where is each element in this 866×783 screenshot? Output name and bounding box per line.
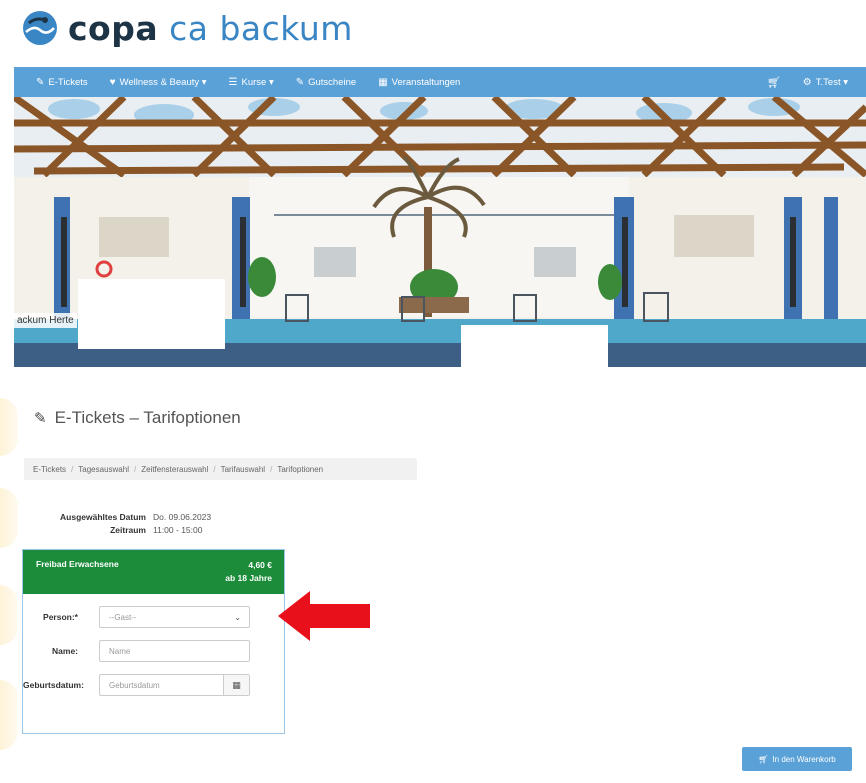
hero-caption: ackum Herte — [14, 313, 77, 328]
page-title-text: E-Tickets – Tarifoptionen — [54, 408, 241, 427]
gear-icon: ⚙ — [802, 76, 812, 88]
hero-image: ackum Herte — [14, 97, 866, 367]
cart-icon: 🛒︎ — [766, 76, 781, 89]
add-to-cart-label: In den Warenkorb — [772, 754, 836, 764]
nav-label: Kurse ▾ — [241, 76, 274, 88]
calendar-icon: ▦ — [378, 76, 388, 88]
tariff-name: Freibad Erwachsene — [36, 559, 119, 569]
ticket-icon: ✎ — [295, 76, 305, 88]
date-value: Do. 09.06.2023 — [153, 512, 212, 522]
birthdate-input[interactable]: Geburtsdatum ▦ — [99, 674, 250, 696]
breadcrumb-item[interactable]: E-Tickets — [33, 465, 66, 474]
time-label: Zeitraum — [110, 525, 146, 535]
tariff-card-header: Freibad Erwachsene 4,60 € ab 18 Jahre — [23, 550, 284, 594]
red-arrow-annotation — [278, 591, 370, 641]
page-title: ✎ E-Tickets – Tarifoptionen — [34, 408, 241, 428]
user-menu[interactable]: ⚙ T.Test ▾ — [803, 77, 848, 88]
breadcrumb-item[interactable]: Tarifauswahl — [221, 465, 265, 474]
nav-label: E-Tickets — [48, 76, 88, 88]
breadcrumb-item[interactable]: Tagesauswahl — [78, 465, 129, 474]
tariff-card: Freibad Erwachsene 4,60 € ab 18 Jahre Pe… — [22, 549, 285, 734]
time-value: 11:00 - 15:00 — [153, 525, 203, 535]
breadcrumb-item-current: Tarifoptionen — [277, 464, 324, 474]
ticket-icon: ✎ — [34, 410, 47, 427]
ticket-icon: ✎ — [36, 76, 45, 88]
cart-icon: 🛒︎ — [758, 754, 769, 764]
chevron-down-icon: ⌄ — [234, 612, 241, 622]
calendar-icon[interactable]: ▦ — [223, 675, 249, 695]
person-select[interactable]: --Gast-- ⌄ — [99, 606, 250, 628]
globe-logo-icon — [23, 11, 57, 45]
nav-e-tickets[interactable]: ✎ E-Tickets — [36, 77, 88, 88]
birthdate-placeholder: Geburtsdatum — [109, 680, 160, 690]
name-input[interactable]: Name — [99, 640, 250, 662]
nav-label: Wellness & Beauty ▾ — [119, 76, 207, 88]
birthdate-label: Geburtsdatum: — [23, 680, 84, 690]
main-navbar: ✎ E-Tickets ♥ Wellness & Beauty ▾ ☰ Kurs… — [14, 67, 866, 97]
redaction-box — [78, 279, 225, 349]
tariff-price: 4,60 € — [248, 560, 272, 570]
date-label: Ausgewähltes Datum — [60, 512, 146, 522]
side-decoration — [0, 398, 18, 456]
add-to-cart-button[interactable]: 🛒︎ In den Warenkorb — [742, 747, 852, 771]
nav-label: Veranstaltungen — [391, 76, 461, 88]
user-label: T.Test ▾ — [815, 76, 848, 88]
nav-wellness[interactable]: ♥ Wellness & Beauty ▾ — [110, 77, 207, 88]
person-select-value: --Gast-- — [109, 612, 137, 622]
brand-name-part1: copa — [68, 8, 159, 48]
side-decoration — [0, 488, 18, 548]
brand-name-part2: ca backum — [169, 8, 353, 48]
cart-link[interactable]: 🛒︎ — [767, 76, 785, 89]
name-placeholder: Name — [109, 646, 131, 656]
name-label: Name: — [52, 646, 78, 656]
redaction-box — [461, 325, 608, 367]
side-decoration — [0, 680, 18, 750]
nav-veranstaltungen[interactable]: ▦ Veranstaltungen — [378, 77, 460, 88]
nav-label: Gutscheine — [308, 76, 357, 88]
brand-logo[interactable]: copa ca backum — [20, 6, 353, 50]
tariff-age: ab 18 Jahre — [225, 573, 272, 583]
list-icon: ☰ — [228, 76, 238, 88]
person-label: Person:* — [43, 612, 78, 622]
breadcrumb: E-Tickets / Tagesauswahl / Zeitfensterausw… — [24, 458, 417, 480]
heart-icon: ♥ — [109, 76, 116, 88]
breadcrumb-item[interactable]: Zeitfensterauswahl — [141, 465, 208, 474]
side-decoration — [0, 585, 18, 645]
nav-gutscheine[interactable]: ✎ Gutscheine — [296, 77, 356, 88]
nav-kurse[interactable]: ☰ Kurse ▾ — [229, 77, 274, 88]
selection-info: Ausgewähltes Datum Do. 09.06.2023 Zeitra… — [36, 511, 211, 537]
